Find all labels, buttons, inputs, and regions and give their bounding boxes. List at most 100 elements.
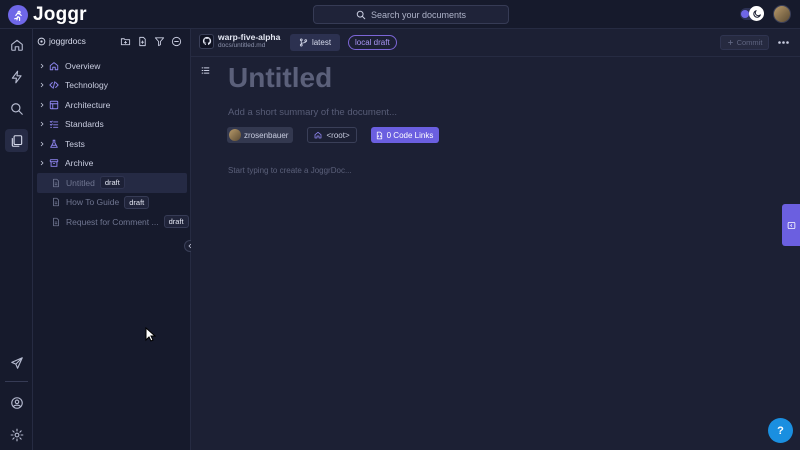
chevron-right-icon (38, 82, 46, 88)
nav-account[interactable] (5, 391, 28, 414)
author-avatar (229, 129, 241, 141)
nav-settings[interactable] (5, 423, 28, 446)
documents-icon (11, 134, 22, 147)
folder-label: Archive (65, 158, 94, 169)
theme-toggle[interactable] (740, 6, 764, 21)
new-document-icon[interactable] (136, 35, 148, 47)
toggle-knob (741, 10, 749, 18)
tree-folder-tests[interactable]: Tests (33, 134, 191, 154)
draft-badge: draft (99, 176, 125, 190)
home-icon (10, 39, 23, 51)
help-button[interactable]: ? (768, 418, 793, 443)
editor-body-placeholder[interactable]: Start typing to create a JoggrDoc... (228, 166, 352, 175)
mouse-cursor-icon (145, 327, 156, 342)
code-links-label: 0 Code Links (386, 130, 434, 140)
search-icon (356, 10, 366, 19)
workspace-selector[interactable]: joggrdocs (37, 36, 86, 46)
branch-selector[interactable]: latest (290, 34, 340, 51)
tree-folder-architecture[interactable]: Architecture (33, 95, 191, 115)
repo-path: docs/untitled.md (218, 41, 266, 49)
more-options-button[interactable] (775, 36, 791, 49)
commit-label: Commit (736, 38, 763, 47)
app-logo[interactable]: Joggr (8, 4, 87, 26)
draft-badge: draft (124, 195, 150, 209)
nav-search[interactable] (5, 97, 28, 120)
app-name: Joggr (33, 4, 87, 25)
draft-badge: draft (163, 215, 189, 229)
location-chip[interactable]: <root> (307, 127, 357, 143)
draft-status-pill: local draft (348, 35, 397, 50)
new-folder-icon[interactable] (119, 35, 131, 47)
flask-icon (48, 139, 60, 149)
top-bar: Joggr Search your documents (0, 0, 800, 29)
table-of-contents-icon[interactable] (201, 66, 210, 75)
doc-label: Request for Comment ... (66, 216, 159, 227)
code-links-button[interactable]: 0 Code Links (370, 127, 440, 143)
chevron-right-icon (38, 121, 46, 127)
folder-label: Tests (65, 138, 85, 149)
document-title[interactable]: Untitled (228, 62, 332, 94)
workspace-icon (37, 37, 46, 45)
home-icon (48, 61, 60, 71)
bolt-icon (11, 70, 22, 83)
tree-doc-how-to-guide[interactable]: How To Guide draft (33, 193, 191, 213)
user-avatar[interactable] (773, 5, 791, 23)
search-bar[interactable]: Search your documents (313, 5, 509, 24)
document-icon (50, 217, 62, 227)
branch-name: latest (311, 38, 332, 47)
chevron-right-icon (38, 160, 46, 166)
tree-folder-overview[interactable]: Overview (33, 56, 191, 76)
author-name: zrosenbauer (244, 130, 289, 140)
document-summary-input[interactable]: Add a short summary of the document... (228, 107, 397, 118)
explorer-header: joggrdocs (33, 29, 191, 53)
editor-area: warp-five-alpha docs/untitled.md latest … (191, 29, 800, 450)
commit-button[interactable]: Commit (720, 35, 769, 50)
collapse-all-icon[interactable] (170, 35, 182, 47)
folder-label: Architecture (65, 99, 111, 110)
tree-folder-technology[interactable]: Technology (33, 76, 191, 96)
filter-icon[interactable] (153, 35, 165, 47)
chevron-right-icon (38, 102, 46, 108)
send-icon (10, 356, 23, 369)
archive-icon (48, 158, 60, 168)
workspace-name: joggrdocs (49, 36, 86, 46)
joggr-logo-icon (8, 5, 28, 25)
settings-icon (10, 428, 23, 441)
doc-label: Untitled (66, 177, 95, 188)
home-icon (315, 131, 322, 139)
folder-label: Technology (65, 80, 109, 91)
folder-label: Overview (65, 60, 101, 71)
code-file-icon (376, 131, 382, 139)
plus-icon (727, 40, 733, 45)
nav-home[interactable] (5, 33, 28, 56)
folder-tree: Overview Technology Architecture Standar… (33, 56, 191, 232)
chevron-right-icon (38, 141, 46, 147)
panel-expand-icon (787, 221, 795, 229)
document-icon (50, 197, 62, 207)
author-chip[interactable]: zrosenbauer (227, 127, 294, 143)
location-label: <root> (326, 130, 350, 140)
nav-send[interactable] (5, 351, 28, 374)
list-check-icon (48, 119, 60, 129)
layout-icon (48, 100, 60, 110)
tree-folder-archive[interactable]: Archive (33, 154, 191, 174)
rail-divider (5, 381, 28, 382)
document-explorer: joggrdocs Overview Technology Architectu… (33, 29, 191, 450)
side-panel-toggle[interactable] (782, 204, 800, 246)
nav-documents[interactable] (5, 129, 28, 152)
more-horizontal-icon (777, 41, 789, 44)
chevron-right-icon (38, 63, 46, 69)
nav-activity[interactable] (5, 65, 28, 88)
doc-label: How To Guide (66, 197, 120, 208)
repository-info[interactable]: warp-five-alpha docs/untitled.md (199, 33, 280, 49)
tree-folder-standards[interactable]: Standards (33, 115, 191, 135)
github-icon (199, 33, 214, 49)
folder-label: Standards (65, 119, 104, 130)
editor-header: warp-five-alpha docs/untitled.md latest … (191, 29, 800, 57)
branch-icon (299, 38, 308, 47)
moon-icon (749, 6, 764, 21)
tree-doc-request-for-comment[interactable]: Request for Comment ... draft (33, 212, 191, 232)
search-placeholder: Search your documents (370, 9, 467, 20)
repo-name: warp-five-alpha (218, 32, 281, 42)
tree-doc-untitled[interactable]: Untitled draft (37, 173, 187, 193)
